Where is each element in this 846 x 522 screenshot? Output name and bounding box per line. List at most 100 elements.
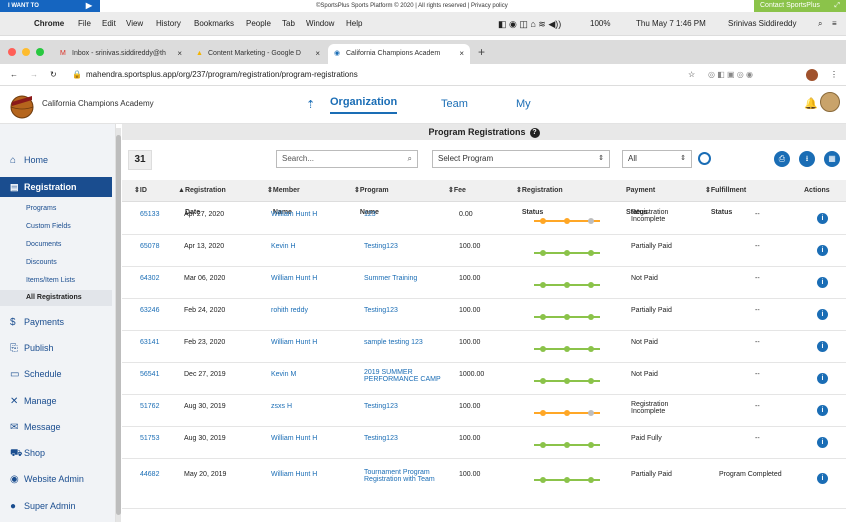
- sidebar-subitem-items[interactable]: Items/Item Lists: [26, 277, 75, 284]
- row-actions-info-icon[interactable]: i: [817, 341, 828, 352]
- search-input[interactable]: Search... ⌕: [276, 150, 418, 168]
- cell-program[interactable]: Summer Training: [364, 275, 417, 282]
- cell-id[interactable]: 44682: [140, 471, 159, 478]
- close-tab-icon[interactable]: ×: [315, 44, 320, 64]
- column-header-reg-status[interactable]: ⇕ Registration Status: [516, 180, 563, 216]
- back-icon[interactable]: ←: [10, 64, 18, 86]
- sidebar-item-message[interactable]: ✉ Message: [10, 422, 61, 433]
- bookmark-star-icon[interactable]: ☆: [688, 64, 695, 86]
- cell-member[interactable]: Kevin H: [271, 243, 296, 250]
- sidebar-item-super-admin[interactable]: ● Super Admin: [10, 501, 76, 512]
- cell-program[interactable]: Tournament Program Registration with Tea…: [364, 469, 448, 483]
- user-avatar[interactable]: [820, 92, 840, 112]
- nav-my[interactable]: My: [516, 98, 531, 110]
- menu-list-icon[interactable]: ≡: [832, 12, 837, 36]
- sidebar-item-registration[interactable]: ▤ Registration: [0, 177, 112, 197]
- cell-member[interactable]: William Hunt H: [271, 435, 317, 442]
- sidebar-item-schedule[interactable]: ▭ Schedule: [10, 369, 62, 380]
- close-window-icon[interactable]: [8, 48, 16, 56]
- browser-tab-drive[interactable]: ▲ Content Marketing - Google D ×: [190, 44, 326, 64]
- row-actions-info-icon[interactable]: i: [817, 309, 828, 320]
- menu-view[interactable]: View: [126, 12, 143, 36]
- grid-view-icon[interactable]: ▦: [824, 151, 840, 167]
- cell-id[interactable]: 51762: [140, 403, 159, 410]
- browser-tab-sportsplus[interactable]: ◉ California Champions Academ ×: [328, 44, 470, 64]
- cell-program[interactable]: 123: [364, 211, 376, 218]
- sidebar-subitem-discounts[interactable]: Discounts: [26, 259, 57, 266]
- sidebar-item-home[interactable]: ⌂ Home: [10, 155, 48, 166]
- nav-organization[interactable]: Organization: [330, 96, 398, 114]
- search-icon[interactable]: ⌕: [818, 12, 822, 36]
- new-tab-icon[interactable]: +: [478, 45, 485, 59]
- row-actions-info-icon[interactable]: i: [817, 373, 828, 384]
- cell-id[interactable]: 65078: [140, 243, 159, 250]
- cell-id[interactable]: 63246: [140, 307, 159, 314]
- sidebar-subitem-custom-fields[interactable]: Custom Fields: [26, 223, 71, 230]
- download-icon[interactable]: ⭳: [799, 151, 815, 167]
- cell-program[interactable]: Testing123: [364, 403, 398, 410]
- cell-program[interactable]: sample testing 123: [364, 339, 423, 346]
- column-header-date[interactable]: ▲ Registration Date: [178, 180, 226, 216]
- cell-id[interactable]: 51753: [140, 435, 159, 442]
- nav-team[interactable]: Team: [441, 98, 468, 110]
- menu-people[interactable]: People: [246, 12, 271, 36]
- cell-member[interactable]: zsxs H: [271, 403, 292, 410]
- menu-file[interactable]: File: [78, 12, 91, 36]
- sidebar-item-manage[interactable]: ✕ Manage: [10, 396, 57, 407]
- browser-menu-icon[interactable]: ⋮: [830, 64, 838, 86]
- close-tab-icon[interactable]: ×: [459, 44, 464, 64]
- cell-id[interactable]: 63141: [140, 339, 159, 346]
- sidebar-item-publish[interactable]: ⎘ Publish: [10, 343, 54, 354]
- cell-member[interactable]: William Hunt H: [271, 471, 317, 478]
- menu-tab[interactable]: Tab: [282, 12, 295, 36]
- cell-member[interactable]: William Hunt H: [271, 275, 317, 282]
- sidebar-subitem-documents[interactable]: Documents: [26, 241, 61, 248]
- cell-program[interactable]: Testing123: [364, 307, 398, 314]
- contact-sportsplus-button[interactable]: Contact SportsPlus ⤢: [754, 0, 846, 12]
- sidebar-subitem-programs[interactable]: Programs: [26, 205, 56, 212]
- sidebar-item-website-admin[interactable]: ◉ Website Admin: [10, 474, 84, 485]
- sidebar-item-shop[interactable]: ⛟Shop: [10, 448, 45, 461]
- column-header-fee[interactable]: ⇕ Fee: [448, 180, 466, 202]
- status-select[interactable]: All ⇕: [622, 150, 692, 168]
- forward-icon[interactable]: →: [30, 64, 38, 86]
- row-actions-info-icon[interactable]: i: [817, 245, 828, 256]
- cell-program[interactable]: Testing123: [364, 435, 398, 442]
- cell-member[interactable]: Kevin M: [271, 371, 296, 378]
- maximize-window-icon[interactable]: [36, 48, 44, 56]
- program-select[interactable]: Select Program ⇕: [432, 150, 610, 168]
- sidebar-subitem-all-registrations[interactable]: All Registrations: [0, 290, 112, 306]
- row-actions-info-icon[interactable]: i: [817, 437, 828, 448]
- cell-program[interactable]: 2019 SUMMER PERFORMANCE CAMP: [364, 369, 448, 383]
- cell-member[interactable]: William Hunt H: [271, 211, 317, 218]
- sidebar-scroll-thumb[interactable]: [116, 135, 121, 515]
- menu-edit[interactable]: Edit: [102, 12, 116, 36]
- row-actions-info-icon[interactable]: i: [817, 213, 828, 224]
- minimize-window-icon[interactable]: [22, 48, 30, 56]
- url-input[interactable]: mahendra.sportsplus.app/org/237/program/…: [86, 64, 358, 86]
- close-tab-icon[interactable]: ×: [177, 44, 182, 64]
- help-icon[interactable]: ?: [529, 127, 540, 138]
- sidebar-item-payments[interactable]: $ Payments: [10, 317, 64, 328]
- column-header-id[interactable]: ⇕ ID: [134, 180, 147, 202]
- column-header-fulfillment[interactable]: ⇕ Fulfillment Status: [705, 180, 746, 216]
- cell-member[interactable]: rohith reddy: [271, 307, 308, 314]
- row-actions-info-icon[interactable]: i: [817, 405, 828, 416]
- column-header-program[interactable]: ⇕ Program Name: [354, 180, 389, 216]
- menu-window[interactable]: Window: [306, 12, 334, 36]
- cell-program[interactable]: Testing123: [364, 243, 398, 250]
- menu-bookmarks[interactable]: Bookmarks: [194, 12, 234, 36]
- history-clock-icon[interactable]: [698, 152, 711, 165]
- menu-help[interactable]: Help: [346, 12, 362, 36]
- user-name[interactable]: Srinivas Siddireddy: [728, 12, 796, 36]
- browser-tab-gmail[interactable]: M Inbox - srinivas.siddireddy@th ×: [54, 44, 188, 64]
- cell-member[interactable]: William Hunt H: [271, 339, 317, 346]
- column-header-member[interactable]: ⇕ Member Name: [267, 180, 300, 216]
- cell-id[interactable]: 64302: [140, 275, 159, 282]
- row-actions-info-icon[interactable]: i: [817, 277, 828, 288]
- i-want-to-button[interactable]: I WANT TO ▶: [0, 0, 100, 12]
- print-icon[interactable]: ⎙: [774, 151, 790, 167]
- notification-bell-icon[interactable]: 🔔: [804, 97, 818, 110]
- cell-id[interactable]: 65133: [140, 211, 159, 218]
- row-actions-info-icon[interactable]: i: [817, 473, 828, 484]
